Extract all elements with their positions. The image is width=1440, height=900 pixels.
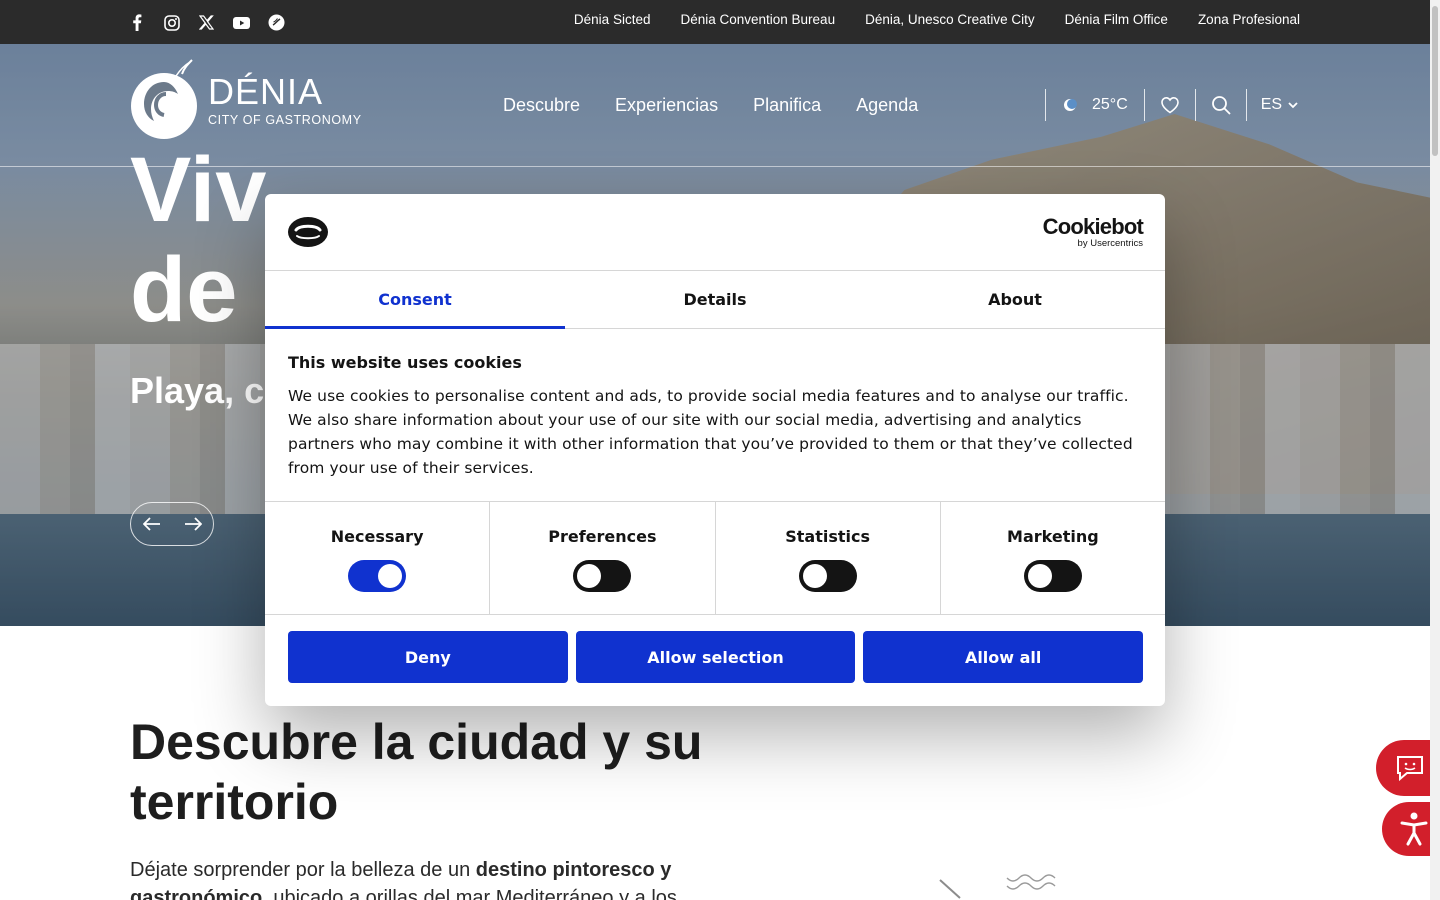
- arrow-right-icon[interactable]: [184, 517, 202, 531]
- search-icon: [1211, 96, 1231, 115]
- tab-details[interactable]: Details: [565, 271, 865, 328]
- section-title: Descubre la ciudad y su territorio: [130, 714, 703, 830]
- facebook-icon[interactable]: [126, 12, 147, 33]
- top-link-unesco[interactable]: Dénia, Unesco Creative City: [865, 12, 1035, 27]
- top-bar: Dénia Sicted Dénia Convention Bureau Dén…: [0, 0, 1430, 44]
- favorites-button[interactable]: [1145, 96, 1195, 114]
- nav-agenda[interactable]: Agenda: [856, 95, 918, 116]
- toggle-preferences[interactable]: [573, 560, 632, 592]
- social-links: [126, 12, 287, 33]
- deny-button[interactable]: Deny: [288, 631, 568, 683]
- weather-widget[interactable]: 25°C: [1046, 96, 1144, 114]
- weather-icon: [1064, 99, 1077, 111]
- youtube-icon[interactable]: [231, 12, 252, 33]
- temperature: 25°C: [1092, 96, 1128, 113]
- top-link-film-office[interactable]: Dénia Film Office: [1065, 12, 1168, 27]
- tab-about[interactable]: About: [865, 271, 1165, 328]
- heart-icon: [1160, 96, 1179, 114]
- allow-selection-button[interactable]: Allow selection: [575, 631, 856, 683]
- tiktok-icon[interactable]: [266, 12, 287, 33]
- toggle-necessary[interactable]: [348, 560, 407, 592]
- main-nav: Descubre Experiencias Planifica Agenda: [503, 95, 918, 116]
- nav-planifica[interactable]: Planifica: [753, 95, 821, 116]
- search-button[interactable]: [1196, 95, 1246, 115]
- site-logo[interactable]: DÉNIA CITY OF GASTRONOMY: [130, 58, 362, 142]
- language-code: ES: [1260, 96, 1283, 113]
- logo-subtitle: CITY OF GASTRONOMY: [208, 112, 362, 127]
- category-necessary: Necessary: [265, 502, 491, 614]
- dialog-buttons: Deny Allow selection Allow all: [265, 615, 1165, 683]
- top-link-zona-profesional[interactable]: Zona Profesional: [1198, 12, 1300, 27]
- toggle-marketing[interactable]: [1023, 560, 1082, 592]
- top-link-sicted[interactable]: Dénia Sicted: [574, 12, 651, 27]
- section-text: Déjate sorprender por la belleza de un d…: [130, 859, 677, 900]
- toggle-statistics[interactable]: [798, 560, 857, 592]
- dialog-heading: This website uses cookies: [288, 353, 522, 372]
- cookie-consent-dialog: Cookiebot by Usercentrics Consent Detail…: [265, 194, 1165, 706]
- hero-title: Viv de: [130, 139, 267, 341]
- header-tools: 25°C ES: [1045, 88, 1298, 122]
- nav-descubre[interactable]: Descubre: [503, 95, 580, 116]
- dialog-header: Cookiebot by Usercentrics: [265, 194, 1165, 271]
- scrollbar-thumb[interactable]: [1432, 6, 1438, 156]
- dialog-description: We use cookies to personalise content an…: [288, 387, 1133, 477]
- cookiebot-brand[interactable]: Cookiebot by Usercentrics: [1043, 214, 1144, 249]
- slider-controls: [130, 502, 214, 546]
- logo-title: DÉNIA: [208, 70, 324, 112]
- x-icon[interactable]: [196, 12, 217, 33]
- chevron-down-icon: [1288, 102, 1298, 109]
- dialog-tabs: Consent Details About: [265, 271, 1165, 329]
- dialog-body: This website uses cookies We use cookies…: [265, 329, 1165, 501]
- page-scrollbar[interactable]: [1430, 0, 1440, 900]
- category-marketing: Marketing: [941, 502, 1165, 614]
- instagram-icon[interactable]: [161, 12, 182, 33]
- cookiebot-logo-icon: [288, 217, 328, 247]
- decorative-illustration: [939, 874, 1056, 899]
- nav-experiencias[interactable]: Experiencias: [615, 95, 718, 116]
- hero-subtitle: Playa, cu: [130, 370, 287, 411]
- tab-consent[interactable]: Consent: [265, 271, 565, 329]
- cookie-categories: Necessary Preferences Statistics Marketi…: [265, 501, 1165, 615]
- top-link-convention-bureau[interactable]: Dénia Convention Bureau: [680, 12, 835, 27]
- arrow-left-icon[interactable]: [142, 517, 161, 531]
- category-statistics: Statistics: [716, 502, 941, 614]
- top-links: Dénia Sicted Dénia Convention Bureau Dén…: [574, 12, 1300, 27]
- shrimp-logo-icon: [131, 59, 197, 139]
- allow-all-button[interactable]: Allow all: [863, 631, 1144, 683]
- category-preferences: Preferences: [490, 502, 716, 614]
- chat-icon: [1397, 756, 1423, 782]
- accessibility-icon: [1400, 812, 1428, 846]
- language-selector[interactable]: ES: [1247, 96, 1298, 114]
